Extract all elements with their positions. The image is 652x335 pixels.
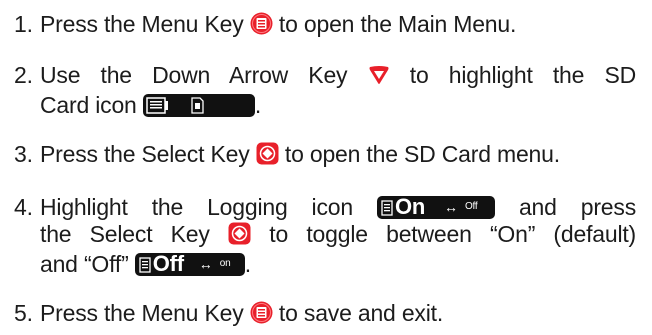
step-text-part: to save and exit. <box>278 300 444 326</box>
down-arrow-key-icon <box>368 64 390 92</box>
menu-key-icon <box>250 301 273 330</box>
menu-key-icon <box>250 12 273 41</box>
toggle-arrow-icon: ↔ <box>443 199 458 215</box>
sd-card-icon <box>142 94 255 117</box>
logging-off-icon: Off ↔ on <box>134 251 245 276</box>
step-text: Press the Menu Key to save and exit. <box>40 300 636 330</box>
step-text-part: the Select Key <box>40 221 210 247</box>
logging-toggle-label: on <box>219 258 231 269</box>
step-number: 3. <box>14 141 33 167</box>
step-text-part: Card icon <box>40 92 137 118</box>
select-key-icon <box>228 222 251 251</box>
step-number: 2. <box>14 62 33 88</box>
step-text-part: Press the Menu Key <box>40 11 244 37</box>
step-text-part: . <box>254 92 262 118</box>
logging-state-label: On <box>394 194 426 219</box>
step-text-part: Use the Down Arrow Key <box>40 62 348 88</box>
step-text-part: to open the SD Card menu. <box>284 141 560 167</box>
log-sheet-icon <box>381 200 393 216</box>
step-text-part: to toggle between “On” (default) <box>269 221 637 247</box>
step-number: 5. <box>14 300 33 326</box>
logging-toggle-label: Off <box>464 201 478 212</box>
step-text: Press the Menu Key to open the Main Menu… <box>40 11 636 41</box>
step-number: 1. <box>14 11 33 37</box>
step-text-part: to highlight the SD <box>409 62 636 88</box>
step-text-part: Highlight the Logging icon <box>40 194 353 220</box>
step-text: Use the Down Arrow Key to highlight the … <box>40 62 636 119</box>
step-number: 4. <box>14 194 33 220</box>
step-text-part: and “Off” <box>40 251 129 277</box>
step-text-part: Press the Menu Key <box>40 300 244 326</box>
instruction-list: 1. Press the Menu Key to open the Main M… <box>0 0 652 335</box>
step-text-part: . <box>244 251 251 277</box>
log-sheet-icon <box>139 257 151 273</box>
step-text-part: to open the Main Menu. <box>278 11 517 37</box>
step-text: Highlight the Logging icon On ↔ Off and … <box>40 194 636 278</box>
toggle-arrow-icon: ↔ <box>198 256 213 272</box>
step-text-part: and press <box>518 194 636 220</box>
select-key-icon <box>256 142 279 171</box>
logging-state-label: Off <box>152 251 184 276</box>
step-text: Press the Select Key to open the SD Card… <box>40 141 636 171</box>
logging-on-icon: On ↔ Off <box>376 194 495 219</box>
step-text-part: Press the Select Key <box>40 141 250 167</box>
